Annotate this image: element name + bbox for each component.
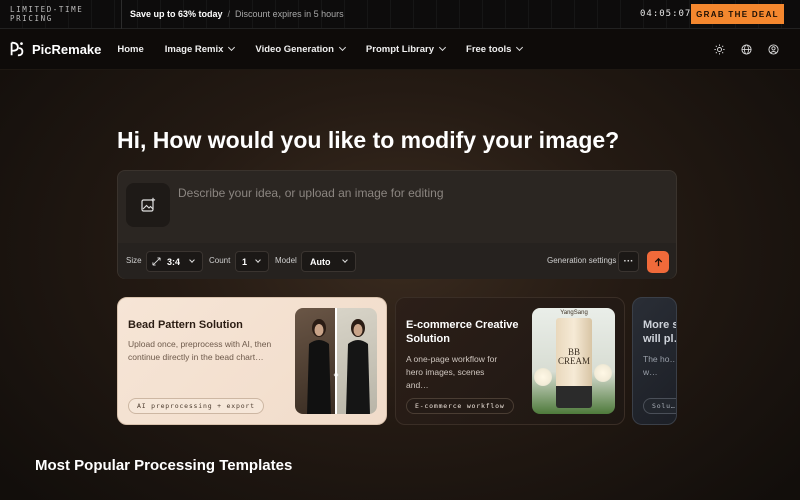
nav-item-prompt-library[interactable]: Prompt Library bbox=[365, 43, 447, 55]
product-preview-image: YangSang BB CREAM bbox=[532, 308, 615, 414]
chevron-down-icon bbox=[342, 257, 348, 263]
arrow-up-icon bbox=[654, 257, 662, 266]
promo-headline: Save up to 63% today bbox=[130, 9, 223, 19]
solution-card-more[interactable]: More s… will pl… The ho… three w… Solu… bbox=[632, 297, 677, 425]
templates-section-title: Most Popular Processing Templates bbox=[35, 457, 293, 474]
count-select[interactable]: 1 bbox=[235, 251, 269, 272]
nav-item-free-tools[interactable]: Free tools bbox=[466, 43, 524, 55]
nav-menu: Home Image Remix Video Generation Prompt… bbox=[117, 44, 543, 55]
card-tag: E-commerce workflow bbox=[406, 398, 514, 414]
chevron-down-icon bbox=[516, 43, 524, 52]
promo-tag: LIMITED-TIME PRICING bbox=[10, 5, 84, 23]
card-title: Bead Pattern Solution bbox=[128, 319, 243, 331]
nav-item-video-generation[interactable]: Video Generation bbox=[255, 43, 346, 55]
card-title: More s… will pl… bbox=[643, 319, 676, 345]
more-options-button[interactable]: ··· bbox=[618, 251, 639, 272]
size-select[interactable]: 3:4 bbox=[146, 251, 203, 272]
theme-sun-icon[interactable] bbox=[712, 42, 726, 56]
cream-tube-cap bbox=[556, 386, 592, 408]
nav-item-label: Free tools bbox=[466, 43, 512, 55]
page-title: Hi, How would you like to modify your im… bbox=[117, 127, 620, 153]
submit-button[interactable] bbox=[647, 251, 669, 273]
nav-actions bbox=[699, 42, 780, 56]
card-description: The ho… three w… bbox=[643, 354, 677, 377]
nav-item-label: Video Generation bbox=[255, 43, 334, 55]
compare-divider[interactable] bbox=[335, 308, 337, 414]
before-after-preview: ‹› bbox=[295, 308, 377, 414]
expand-icon bbox=[152, 257, 161, 266]
flower-decoration bbox=[594, 364, 612, 382]
grab-deal-button[interactable]: GRAB THE DEAL bbox=[691, 4, 784, 24]
nav-item-image-remix[interactable]: Image Remix bbox=[164, 43, 236, 55]
compare-handle-icon[interactable]: ‹› bbox=[328, 370, 344, 380]
before-image bbox=[295, 308, 336, 414]
count-value: 1 bbox=[242, 256, 248, 267]
chevron-down-icon bbox=[189, 257, 195, 263]
model-label: Model bbox=[275, 256, 297, 265]
nav-item-label: Image Remix bbox=[164, 43, 224, 55]
chevron-down-icon bbox=[228, 43, 236, 52]
card-tag: AI preprocessing + export bbox=[128, 398, 264, 414]
chevron-down-icon bbox=[255, 257, 261, 263]
picremake-logo-icon bbox=[10, 41, 24, 57]
promo-subtext: Discount expires in 5 hours bbox=[235, 9, 344, 19]
model-value: Auto bbox=[310, 256, 331, 267]
promo-countdown: 04:05:07 bbox=[640, 9, 692, 19]
flower-decoration bbox=[534, 368, 552, 386]
card-title: E-commerce Creative Solution bbox=[406, 319, 519, 345]
after-image bbox=[336, 308, 377, 414]
product-brand: YangSang bbox=[560, 310, 588, 316]
chevron-down-icon bbox=[438, 43, 447, 52]
prompt-input[interactable] bbox=[178, 183, 658, 203]
user-icon[interactable] bbox=[766, 42, 780, 56]
chevron-down-icon bbox=[338, 43, 346, 52]
nav-item-label: Prompt Library bbox=[365, 43, 435, 55]
upload-image-button[interactable] bbox=[126, 183, 170, 227]
card-description: A one-page workflow for hero images, sce… bbox=[406, 354, 498, 390]
card-tag: Solu… bbox=[643, 398, 676, 414]
more-icon: ··· bbox=[623, 256, 634, 267]
promo-divider bbox=[121, 0, 122, 29]
nav-item-home[interactable]: Home bbox=[117, 44, 143, 55]
product-name: BB CREAM bbox=[557, 347, 590, 366]
globe-icon[interactable] bbox=[739, 42, 753, 56]
brand-name: PicRemake bbox=[32, 41, 102, 57]
size-label: Size bbox=[126, 256, 142, 265]
model-select[interactable]: Auto bbox=[301, 251, 356, 272]
top-nav: PicRemake Home Image Remix Video Generat… bbox=[0, 29, 800, 70]
nav-item-label: Home bbox=[117, 43, 144, 55]
generation-toolbar: Size 3:4 Count 1 Model Auto Generation s… bbox=[118, 243, 676, 279]
promo-separator: / bbox=[227, 9, 231, 19]
card-description: Upload once, preprocess with AI, then co… bbox=[128, 339, 272, 362]
solution-card-bead-pattern[interactable]: Bead Pattern Solution Upload once, prepr… bbox=[117, 297, 387, 425]
generation-settings-link[interactable]: Generation settings bbox=[547, 256, 616, 265]
brand-logo[interactable]: PicRemake bbox=[8, 40, 101, 58]
image-add-icon bbox=[141, 197, 156, 212]
size-value: 3:4 bbox=[167, 256, 181, 267]
count-label: Count bbox=[209, 256, 231, 265]
solution-card-ecommerce[interactable]: E-commerce Creative Solution A one-page … bbox=[395, 297, 625, 425]
promo-bar: LIMITED-TIME PRICING Save up to 63% toda… bbox=[0, 0, 800, 29]
prompt-composer: Size 3:4 Count 1 Model Auto Generation s… bbox=[117, 170, 677, 279]
